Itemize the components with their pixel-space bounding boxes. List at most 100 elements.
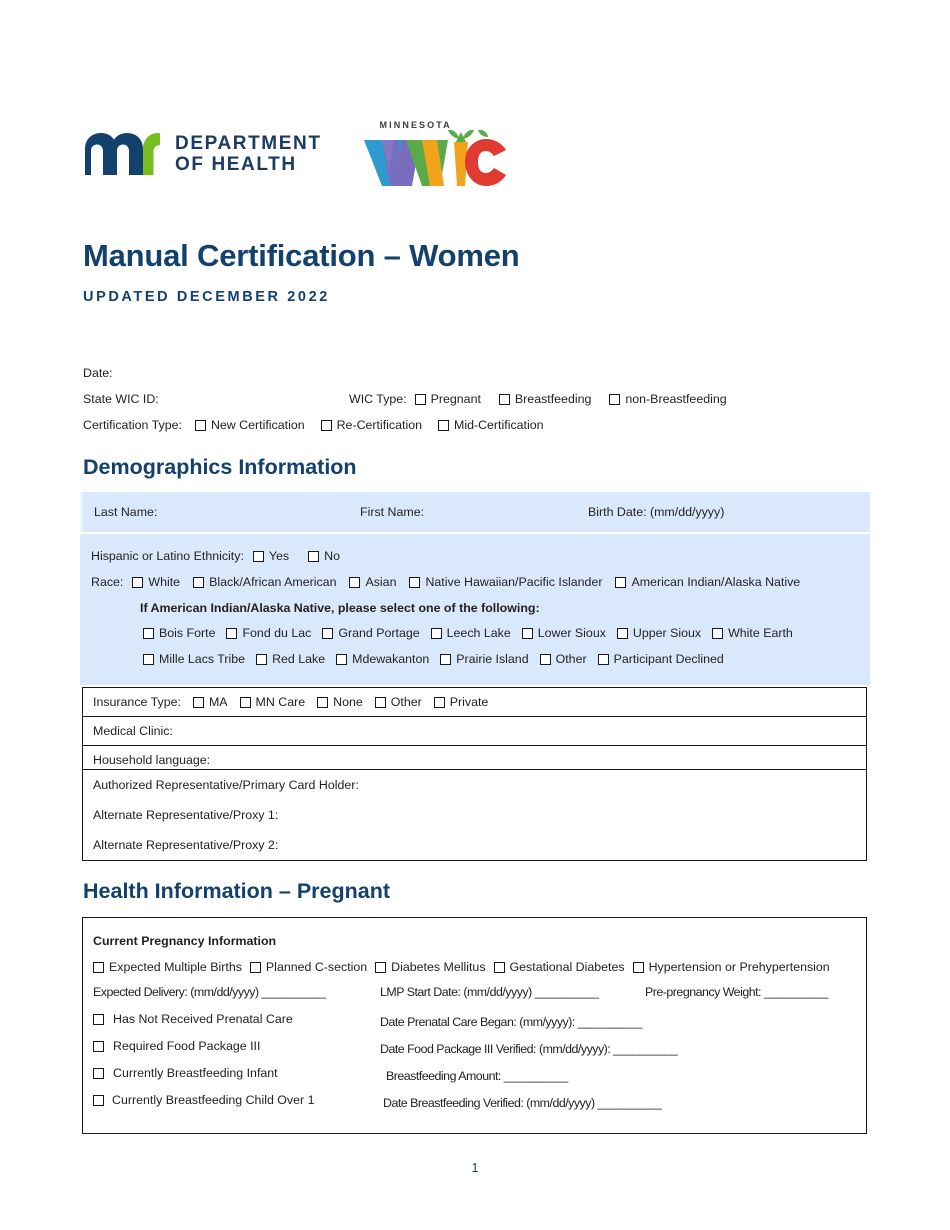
checkbox-icon[interactable] — [632, 962, 644, 973]
date-food-package-verified-field[interactable]: Date Food Package III Verified: (mm/dd/y… — [380, 1042, 678, 1056]
checkbox-currently-breastfeeding-infant[interactable]: Currently Breastfeeding Infant — [93, 1067, 278, 1079]
alternate-representative-1-label: Alternate Representative/Proxy 1: — [93, 808, 279, 822]
checkbox-tribe-lower-sioux[interactable]: Lower Sioux — [521, 626, 606, 639]
authorized-representative-row[interactable]: Authorized Representative/Primary Card H… — [83, 770, 866, 800]
checkbox-tribe-other[interactable]: Other — [539, 652, 587, 665]
checkbox-icon[interactable] — [322, 627, 334, 639]
checkbox-icon[interactable] — [409, 576, 421, 588]
checkbox-icon[interactable] — [93, 1067, 104, 1079]
checkbox-expected-multiple-births[interactable]: Expected Multiple Births — [93, 961, 242, 974]
checkbox-icon[interactable] — [374, 696, 386, 708]
checkbox-icon[interactable] — [712, 627, 724, 639]
alternate-representative-1-row[interactable]: Alternate Representative/Proxy 1: — [83, 800, 866, 830]
checkbox-icon[interactable] — [414, 393, 426, 405]
mdh-wordmark-line2: OF HEALTH — [175, 154, 297, 175]
checkbox-gestational-diabetes[interactable]: Gestational Diabetes — [493, 961, 625, 974]
checkbox-label: Diabetes Mellitus — [391, 960, 486, 975]
checkbox-race-black[interactable]: Black/African American — [193, 575, 336, 588]
checkbox-icon[interactable] — [194, 419, 206, 431]
document-page: DEPARTMENT OF HEALTH MINNESOTA Manual Ce… — [0, 0, 950, 1230]
checkbox-wic-type-breastfeeding[interactable]: Breastfeeding — [498, 392, 591, 405]
checkbox-icon[interactable] — [93, 1040, 104, 1052]
checkbox-icon[interactable] — [93, 962, 104, 973]
checkbox-tribe-upper-sioux[interactable]: Upper Sioux — [616, 626, 701, 639]
name-row: Last Name: First Name: Birth Date: (mm/d… — [80, 492, 870, 532]
checkbox-tribe-red-lake[interactable]: Red Lake — [256, 652, 325, 665]
lmp-start-date-field[interactable]: LMP Start Date: (mm/dd/yyyy) __________ — [380, 985, 599, 999]
checkbox-tribe-bois-forte[interactable]: Bois Forte — [143, 626, 215, 639]
breastfeeding-amount-field[interactable]: Breastfeeding Amount: __________ — [386, 1069, 568, 1083]
checkbox-tribe-prairie-island[interactable]: Prairie Island — [440, 652, 529, 665]
checkbox-icon[interactable] — [498, 393, 510, 405]
checkbox-tribe-participant-declined[interactable]: Participant Declined — [597, 652, 724, 665]
checkbox-tribe-mdewakanton[interactable]: Mdewakanton — [336, 652, 429, 665]
checkbox-icon[interactable] — [226, 627, 238, 639]
checkbox-insurance-mn-care[interactable]: MN Care — [239, 695, 305, 708]
checkbox-icon[interactable] — [521, 627, 533, 639]
checkbox-race-asian[interactable]: Asian — [349, 575, 396, 588]
checkbox-icon[interactable] — [192, 696, 204, 708]
date-breastfeeding-verified-field[interactable]: Date Breastfeeding Verified: (mm/dd/yyyy… — [383, 1096, 662, 1110]
checkbox-icon[interactable] — [143, 627, 154, 639]
checkbox-icon[interactable] — [249, 962, 261, 973]
checkbox-icon[interactable] — [493, 962, 505, 973]
checkbox-cert-mid[interactable]: Mid-Certification — [438, 418, 544, 431]
checkbox-label: Hypertension or Prehypertension — [648, 960, 830, 975]
checkbox-diabetes-mellitus[interactable]: Diabetes Mellitus — [375, 960, 486, 975]
checkbox-icon[interactable] — [615, 576, 627, 588]
checkbox-tribe-fond-du-lac[interactable]: Fond du Lac — [226, 626, 311, 639]
checkbox-insurance-none[interactable]: None — [317, 695, 363, 708]
checkbox-tribe-white-earth[interactable]: White Earth — [712, 626, 793, 639]
checkbox-insurance-private[interactable]: Private — [433, 695, 488, 708]
checkbox-icon[interactable] — [193, 576, 205, 588]
checkbox-icon[interactable] — [239, 696, 251, 708]
checkbox-tribe-grand-portage[interactable]: Grand Portage — [322, 626, 420, 639]
checkbox-label: New Certification — [210, 417, 305, 432]
checkbox-race-american-indian[interactable]: American Indian/Alaska Native — [615, 575, 800, 588]
checkbox-cert-re[interactable]: Re-Certification — [320, 418, 422, 431]
checkbox-icon[interactable] — [336, 653, 348, 665]
checkbox-race-white[interactable]: White — [132, 575, 180, 588]
prepregnancy-weight-field[interactable]: Pre-pregnancy Weight: __________ — [645, 985, 828, 999]
checkbox-icon[interactable] — [616, 627, 628, 639]
checkbox-wic-type-pregnant[interactable]: Pregnant — [414, 392, 481, 405]
checkbox-icon[interactable] — [438, 419, 449, 431]
medical-clinic-row[interactable]: Medical Clinic: — [83, 717, 866, 746]
checkbox-icon[interactable] — [430, 627, 442, 639]
checkbox-has-not-received-prenatal-care[interactable]: Has Not Received Prenatal Care — [93, 1013, 293, 1025]
checkbox-tribe-leech-lake[interactable]: Leech Lake — [430, 626, 511, 639]
checkbox-tribe-mille-lacs[interactable]: Mille Lacs Tribe — [143, 652, 245, 665]
checkbox-icon[interactable] — [609, 393, 621, 405]
checkbox-cert-new[interactable]: New Certification — [194, 417, 305, 432]
checkbox-ethnicity-yes[interactable]: Yes — [252, 549, 289, 562]
checkbox-icon[interactable] — [597, 653, 609, 665]
checkbox-icon[interactable] — [93, 1013, 104, 1025]
checkbox-insurance-other[interactable]: Other — [374, 695, 422, 708]
checkbox-icon[interactable] — [256, 653, 268, 665]
alternate-representative-2-row[interactable]: Alternate Representative/Proxy 2: — [83, 830, 866, 860]
checkbox-icon[interactable] — [308, 550, 320, 562]
checkbox-hypertension[interactable]: Hypertension or Prehypertension — [632, 960, 830, 975]
checkbox-icon[interactable] — [349, 576, 361, 588]
expected-delivery-field[interactable]: Expected Delivery: (mm/dd/yyyy) ________… — [93, 985, 326, 999]
checkbox-ethnicity-no[interactable]: No — [308, 549, 340, 562]
checkbox-icon[interactable] — [252, 550, 264, 562]
checkbox-label: Has Not Received Prenatal Care — [113, 1012, 293, 1026]
tribe-instruction: If American Indian/Alaska Native, please… — [140, 600, 540, 615]
checkbox-required-food-package-iii[interactable]: Required Food Package III — [93, 1040, 260, 1052]
checkbox-icon[interactable] — [143, 653, 154, 665]
checkbox-icon[interactable] — [539, 653, 551, 665]
checkbox-icon[interactable] — [93, 1094, 104, 1106]
checkbox-insurance-ma[interactable]: MA — [192, 695, 228, 708]
checkbox-icon[interactable] — [317, 696, 329, 708]
checkbox-currently-breastfeeding-child-over-1[interactable]: Currently Breastfeeding Child Over 1 — [93, 1094, 314, 1106]
checkbox-icon[interactable] — [132, 576, 144, 588]
checkbox-race-native-hawaiian[interactable]: Native Hawaiian/Pacific Islander — [409, 575, 602, 588]
checkbox-icon[interactable] — [433, 696, 445, 708]
checkbox-wic-type-non-breastfeeding[interactable]: non-Breastfeeding — [609, 392, 727, 405]
checkbox-icon[interactable] — [440, 653, 452, 665]
checkbox-planned-c-section[interactable]: Planned C-section — [249, 961, 367, 974]
checkbox-icon[interactable] — [375, 962, 387, 973]
checkbox-icon[interactable] — [320, 419, 332, 431]
date-prenatal-care-began-field[interactable]: Date Prenatal Care Began: (mm/yyyy): ___… — [380, 1015, 642, 1029]
